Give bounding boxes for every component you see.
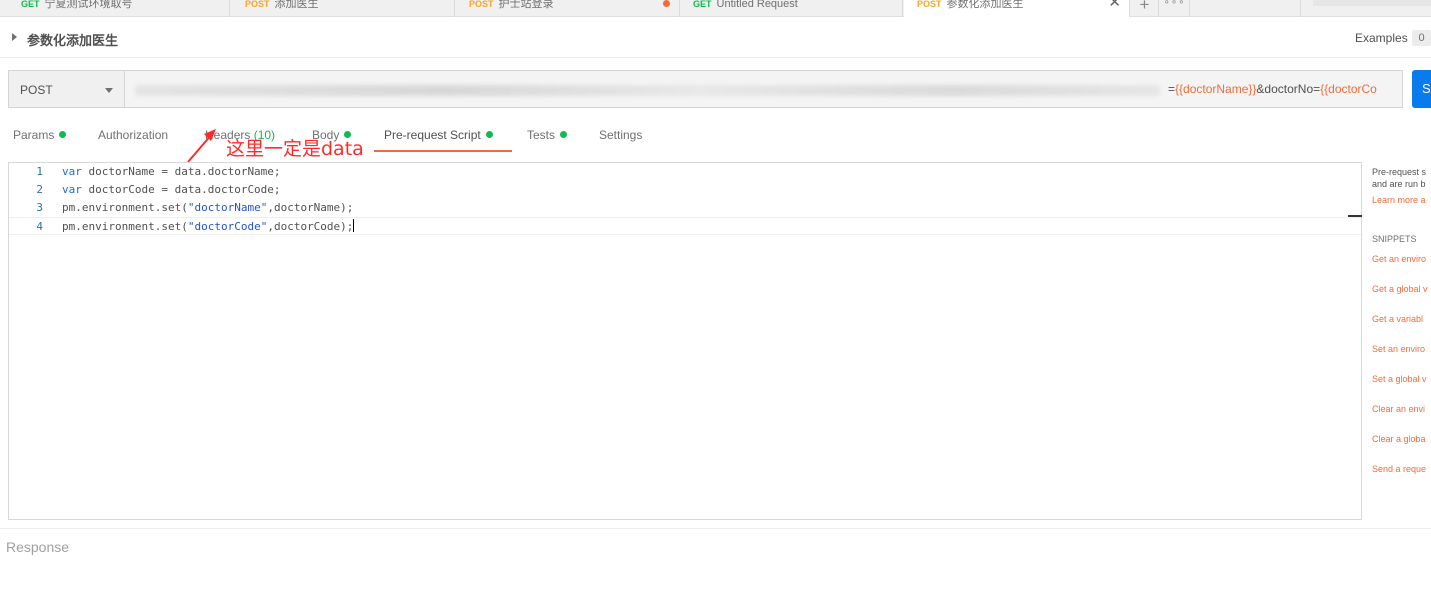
method-value: POST <box>20 83 53 97</box>
send-button[interactable]: S <box>1412 70 1431 108</box>
snippets-description: Pre-request s <box>1372 167 1427 177</box>
examples-count-badge: 0 <box>1412 30 1431 46</box>
unsaved-dot <box>663 0 670 7</box>
url-input[interactable]: ={{doctorName}}&doctorNo={{doctorCo <box>124 70 1403 108</box>
line-number: 1 <box>36 165 43 178</box>
snippet-item[interactable]: Get an enviro <box>1372 254 1426 264</box>
tab-method: POST <box>245 0 270 9</box>
add-tab-icon[interactable]: + <box>1131 0 1159 17</box>
tab-pre-request-script[interactable]: Pre-request Script <box>384 128 493 142</box>
line-number: 4 <box>36 220 43 233</box>
tab-authorization[interactable]: Authorization <box>98 128 168 142</box>
more-tabs-icon[interactable]: ∘∘∘ <box>1160 0 1190 17</box>
url-visible-text: ={{doctorName}}&doctorNo={{doctorCo <box>1168 82 1377 96</box>
tab-label: Untitled Request <box>716 0 798 10</box>
tab-request-3[interactable]: POST 护士站登录 <box>456 0 680 17</box>
snippet-item[interactable]: Get a global v <box>1372 284 1428 294</box>
tab-method: GET <box>21 0 40 9</box>
close-icon[interactable]: ✕ <box>1108 0 1121 10</box>
tab-request-1[interactable]: GET 宁夏测试环境取号 <box>0 0 230 17</box>
active-tab-underline <box>374 150 512 152</box>
request-title-row: 参数化添加医生 Examples 0 <box>0 18 1431 58</box>
environment-selector[interactable] <box>1300 0 1431 17</box>
annotation-text: 这里一定是data <box>226 138 364 160</box>
tab-tests[interactable]: Tests <box>527 128 568 142</box>
status-dot <box>560 131 568 138</box>
code-line-current: 4 pm.environment.set("doctorCode",doctor… <box>9 217 1361 235</box>
status-dot <box>485 131 493 138</box>
tab-label: 参数化添加医生 <box>946 0 1024 10</box>
tab-method: GET <box>693 0 712 9</box>
expand-caret-icon[interactable] <box>12 33 17 41</box>
request-tab-bar: GET 宁夏测试环境取号 POST 添加医生 POST 护士站登录 GET Untitl… <box>0 0 1431 17</box>
response-label: Response <box>6 539 70 555</box>
code-line: 1 var doctorName = data.doctorName; <box>9 163 1361 181</box>
tab-method: POST <box>469 0 494 9</box>
tab-method: POST <box>917 0 942 9</box>
request-title[interactable]: 参数化添加医生 <box>27 30 118 49</box>
status-dot <box>59 131 67 138</box>
method-select[interactable]: POST <box>8 70 124 108</box>
url-variable: {{doctorCo <box>1320 82 1377 96</box>
tab-params[interactable]: Params <box>13 128 67 142</box>
line-number: 3 <box>36 201 43 214</box>
snippet-item[interactable]: Send a reque <box>1372 464 1426 474</box>
snippets-panel: Pre-request s and are run b Learn more a… <box>1372 166 1431 486</box>
tab-label: 宁夏测试环境取号 <box>44 0 133 10</box>
snippets-description: and are run b <box>1372 179 1426 189</box>
snippet-item[interactable]: Clear an envi <box>1372 404 1425 414</box>
examples-button[interactable]: Examples <box>1355 31 1408 45</box>
url-variable: {{doctorName}} <box>1175 82 1257 96</box>
text-cursor <box>353 219 355 232</box>
script-editor[interactable]: 1 var doctorName = data.doctorName; 2 va… <box>8 162 1362 520</box>
tab-label: 添加医生 <box>274 0 319 10</box>
url-blurred-region <box>135 85 1160 96</box>
line-number: 2 <box>36 183 43 196</box>
tab-request-2[interactable]: POST 添加医生 <box>231 0 455 17</box>
tab-settings[interactable]: Settings <box>599 128 642 142</box>
chevron-down-icon <box>105 88 113 93</box>
code-line: 3 pm.environment.set("doctorName",doctor… <box>9 199 1361 217</box>
response-divider <box>0 528 1431 529</box>
snippet-item[interactable]: Set a global v <box>1372 374 1427 384</box>
code-line: 2 var doctorCode = data.doctorCode; <box>9 181 1361 199</box>
tab-request-5-active[interactable]: POST 参数化添加医生 ✕ <box>904 0 1130 17</box>
snippets-heading: SNIPPETS <box>1372 234 1417 244</box>
tab-request-4[interactable]: GET Untitled Request <box>681 0 903 17</box>
snippet-item[interactable]: Set an enviro <box>1372 344 1425 354</box>
snippet-item[interactable]: Get a variabl <box>1372 314 1423 324</box>
scrollbar-marker[interactable] <box>1348 215 1362 217</box>
learn-more-link[interactable]: Learn more a <box>1372 195 1431 205</box>
tab-label: 护士站登录 <box>498 0 554 10</box>
snippet-item[interactable]: Clear a globa <box>1372 434 1426 444</box>
